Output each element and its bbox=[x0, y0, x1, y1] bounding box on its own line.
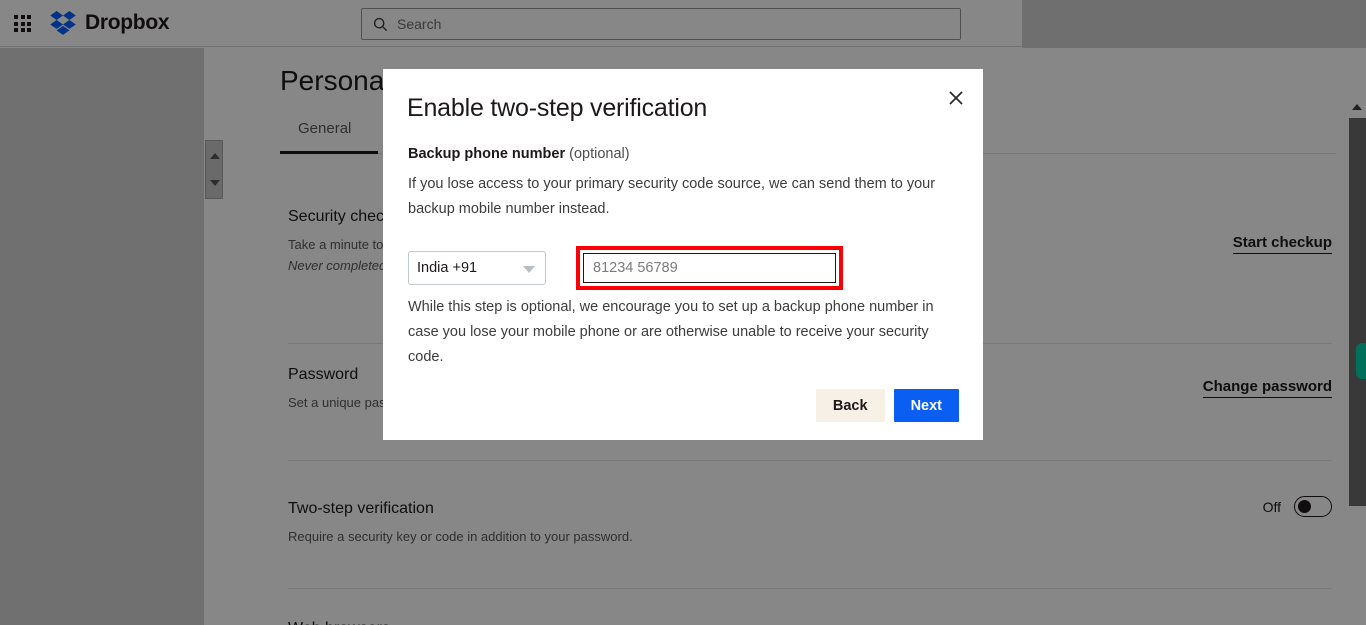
chevron-down-icon bbox=[523, 266, 535, 273]
next-button[interactable]: Next bbox=[893, 389, 959, 422]
close-icon[interactable] bbox=[946, 88, 966, 108]
phone-entry-row: India +91 81234 56789 bbox=[408, 246, 958, 290]
backup-phone-fine-print: While this step is optional, we encourag… bbox=[408, 299, 934, 365]
back-button[interactable]: Back bbox=[815, 389, 885, 422]
country-code-select[interactable]: India +91 bbox=[408, 251, 546, 285]
backup-phone-label: Backup phone number (optional) bbox=[408, 146, 630, 162]
backup-phone-label-strong: Backup phone number bbox=[408, 146, 566, 162]
phone-number-input[interactable]: 81234 56789 bbox=[583, 253, 836, 283]
country-code-value: India +91 bbox=[417, 260, 478, 276]
modal-action-buttons: Back Next bbox=[815, 389, 959, 422]
backup-phone-description: If you lose access to your primary secur… bbox=[408, 176, 936, 217]
phone-number-placeholder: 81234 56789 bbox=[593, 260, 678, 276]
close-x-glyph bbox=[949, 91, 963, 105]
modal-title: Enable two-step verification bbox=[407, 94, 708, 122]
backup-phone-label-optional: (optional) bbox=[565, 146, 630, 162]
two-step-verification-modal: Enable two-step verification Backup phon… bbox=[383, 69, 983, 440]
